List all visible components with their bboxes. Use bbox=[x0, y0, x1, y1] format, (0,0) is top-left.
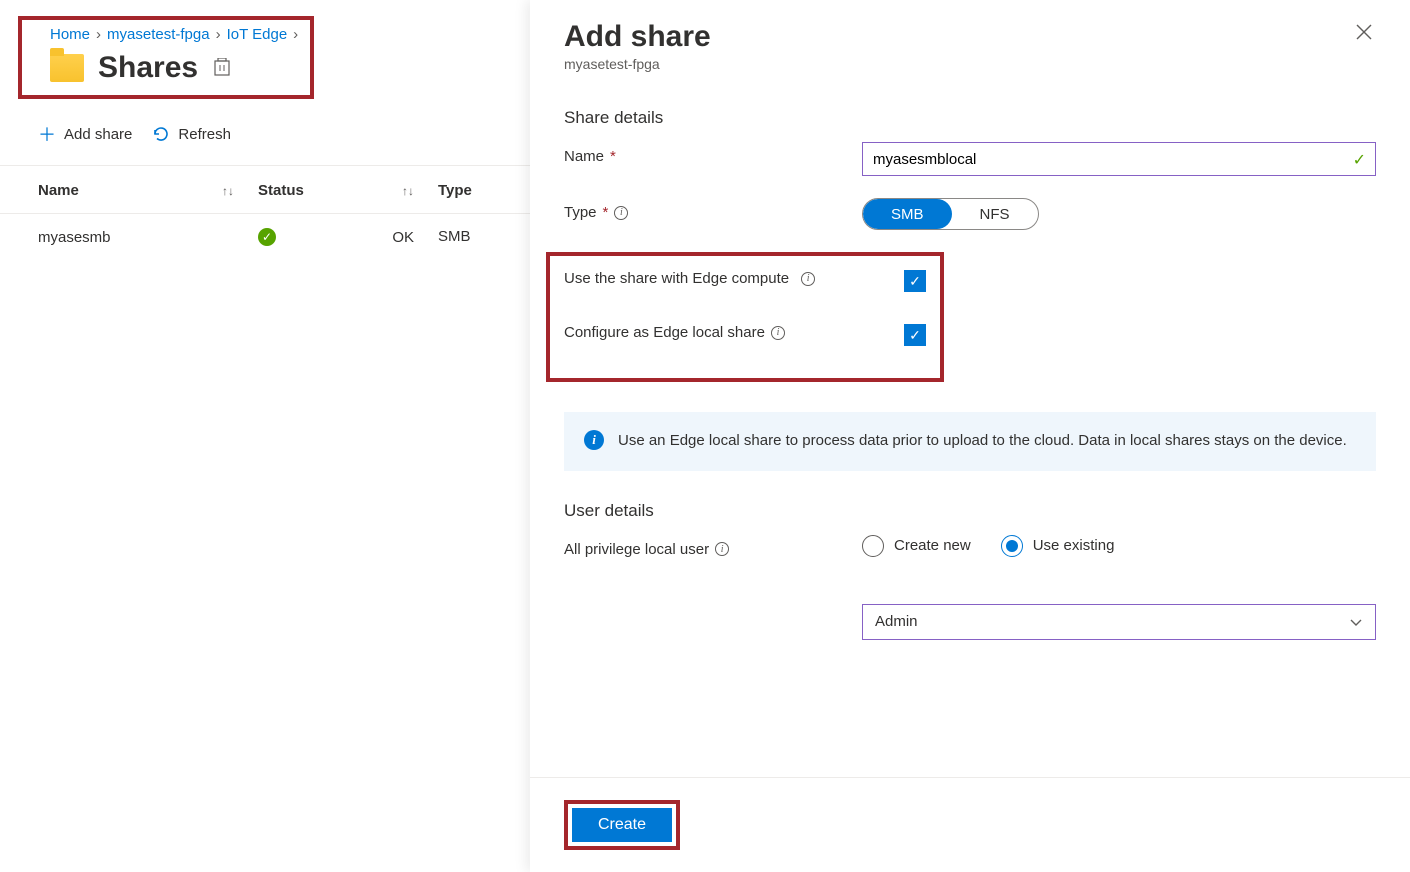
name-label: Name * bbox=[564, 142, 862, 165]
panel-header: Add share myasetest-fpga bbox=[530, 0, 1410, 88]
table-row[interactable]: myasesmb ✓ OK SMB bbox=[0, 214, 530, 260]
use-existing-radio[interactable]: Use existing bbox=[1001, 535, 1115, 557]
use-existing-label: Use existing bbox=[1033, 537, 1115, 554]
add-share-button[interactable]: ＋ Add share bbox=[38, 121, 132, 147]
info-icon[interactable]: i bbox=[801, 272, 815, 286]
status-ok-icon: ✓ bbox=[258, 228, 276, 246]
refresh-icon bbox=[152, 125, 170, 143]
info-icon[interactable]: i bbox=[614, 206, 628, 220]
column-name[interactable]: Name ↑↓ bbox=[38, 182, 258, 199]
page-title: Shares bbox=[98, 51, 198, 85]
chevron-right-icon: › bbox=[216, 26, 221, 43]
panel-subtitle: myasetest-fpga bbox=[564, 56, 711, 72]
user-details-label: User details bbox=[564, 501, 1376, 521]
edge-local-text: Configure as Edge local share bbox=[564, 324, 765, 341]
user-dropdown[interactable]: Admin bbox=[862, 604, 1376, 640]
name-row: Name * ✓ bbox=[564, 142, 1376, 176]
plus-icon: ＋ bbox=[38, 121, 56, 147]
all-priv-text: All privilege local user bbox=[564, 541, 709, 558]
create-button[interactable]: Create bbox=[572, 808, 672, 842]
user-radio-group: Create new Use existing bbox=[862, 535, 1376, 557]
info-icon[interactable]: i bbox=[715, 542, 729, 556]
sort-icon: ↑↓ bbox=[222, 184, 234, 198]
create-new-radio[interactable]: Create new bbox=[862, 535, 971, 557]
add-share-label: Add share bbox=[64, 126, 132, 143]
name-input[interactable] bbox=[862, 142, 1376, 176]
radio-icon bbox=[1001, 535, 1023, 557]
create-new-label: Create new bbox=[894, 537, 971, 554]
cell-name: myasesmb bbox=[38, 228, 258, 246]
required-indicator: * bbox=[610, 148, 616, 165]
refresh-button[interactable]: Refresh bbox=[152, 121, 231, 147]
valid-check-icon: ✓ bbox=[1353, 150, 1366, 170]
type-nfs-option[interactable]: NFS bbox=[952, 199, 1038, 229]
info-banner: i Use an Edge local share to process dat… bbox=[564, 412, 1376, 471]
info-banner-icon: i bbox=[584, 430, 604, 450]
edge-compute-checkbox[interactable]: ✓ bbox=[904, 270, 926, 292]
column-type[interactable]: Type bbox=[438, 182, 530, 199]
edge-local-checkbox[interactable]: ✓ bbox=[904, 324, 926, 346]
user-dropdown-row: Admin bbox=[564, 580, 1376, 640]
type-row: Type * i SMB NFS bbox=[564, 198, 1376, 230]
column-status[interactable]: Status ↑↓ bbox=[258, 182, 438, 199]
radio-icon bbox=[862, 535, 884, 557]
edge-compute-text: Use the share with Edge compute bbox=[564, 270, 789, 287]
edge-compute-row: Use the share with Edge compute i ✓ bbox=[564, 270, 926, 292]
main-content: Home › myasetest-fpga › IoT Edge › Share… bbox=[0, 0, 530, 872]
edge-local-row: Configure as Edge local share i ✓ bbox=[564, 324, 926, 346]
panel-title: Add share bbox=[564, 20, 711, 54]
type-label-text: Type bbox=[564, 204, 597, 221]
chevron-right-icon: › bbox=[96, 26, 101, 43]
close-button[interactable] bbox=[1352, 20, 1376, 44]
chevron-right-icon: › bbox=[293, 26, 298, 43]
title-row: Shares bbox=[50, 51, 298, 85]
chevron-down-icon bbox=[1349, 615, 1363, 629]
breadcrumb-device[interactable]: myasetest-fpga bbox=[107, 26, 210, 43]
panel-body: Share details Name * ✓ Type * i SMB NFS bbox=[530, 88, 1410, 777]
type-label: Type * i bbox=[564, 198, 862, 221]
pin-icon[interactable] bbox=[212, 58, 232, 78]
breadcrumb-home[interactable]: Home bbox=[50, 26, 90, 43]
user-dropdown-value: Admin bbox=[875, 613, 918, 630]
edge-compute-label: Use the share with Edge compute i bbox=[564, 270, 815, 287]
name-label-text: Name bbox=[564, 148, 604, 165]
info-icon[interactable]: i bbox=[771, 326, 785, 340]
col-status-label: Status bbox=[258, 182, 304, 199]
cell-type: SMB bbox=[438, 228, 530, 246]
add-share-panel: Add share myasetest-fpga Share details N… bbox=[530, 0, 1410, 872]
info-banner-text: Use an Edge local share to process data … bbox=[618, 430, 1347, 453]
table-header: Name ↑↓ Status ↑↓ Type bbox=[0, 166, 530, 214]
required-indicator: * bbox=[603, 204, 609, 221]
breadcrumb-section[interactable]: IoT Edge bbox=[227, 26, 288, 43]
cell-status: ✓ OK bbox=[258, 228, 438, 246]
create-highlight: Create bbox=[564, 800, 680, 850]
refresh-label: Refresh bbox=[178, 126, 231, 143]
breadcrumb: Home › myasetest-fpga › IoT Edge › bbox=[50, 26, 298, 43]
panel-footer: Create bbox=[530, 777, 1410, 872]
edge-local-label: Configure as Edge local share i bbox=[564, 324, 785, 341]
edge-options-highlight: Use the share with Edge compute i ✓ Conf… bbox=[546, 252, 944, 382]
col-name-label: Name bbox=[38, 182, 79, 199]
toolbar: ＋ Add share Refresh bbox=[0, 99, 530, 166]
user-privilege-row: All privilege local user i Create new Us… bbox=[564, 535, 1376, 558]
status-text: OK bbox=[392, 229, 414, 246]
type-smb-option[interactable]: SMB bbox=[863, 199, 952, 229]
all-privilege-label: All privilege local user i bbox=[564, 535, 862, 558]
share-details-label: Share details bbox=[564, 108, 1376, 128]
sort-icon: ↑↓ bbox=[402, 184, 414, 198]
folder-icon bbox=[50, 54, 84, 82]
col-type-label: Type bbox=[438, 182, 472, 199]
header-highlight: Home › myasetest-fpga › IoT Edge › Share… bbox=[18, 16, 314, 99]
type-toggle: SMB NFS bbox=[862, 198, 1039, 230]
